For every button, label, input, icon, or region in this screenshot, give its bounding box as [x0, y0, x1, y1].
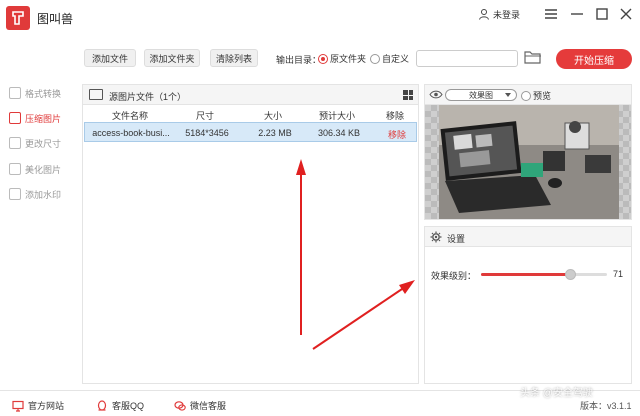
radio-label: 原文件夹	[330, 54, 367, 64]
effect-level-slider[interactable]	[481, 269, 607, 280]
eye-icon	[429, 90, 443, 99]
wechat-support-link[interactable]: 微信客服	[174, 399, 226, 412]
toolbar: 添加文件 添加文件夹 清除列表 输出目录： 原文件夹 自定义 开始压缩	[78, 42, 640, 76]
qq-support-link[interactable]: 客服QQ	[96, 399, 144, 412]
wechat-label: 微信客服	[190, 401, 227, 411]
slider-thumb[interactable]	[565, 269, 577, 280]
file-list-panel: 源图片文件（1个） 文件名称 尺寸 大小 预计大小 移除 access-book…	[82, 84, 419, 384]
preview-image	[425, 105, 631, 219]
preview-panel: 效果图 预览	[424, 84, 632, 220]
sidebar: 格式转换 压缩图片 更改尺寸 美化图片 添加水印	[0, 34, 78, 390]
sidebar-item-label: 美化图片	[25, 164, 62, 175]
add-file-button[interactable]: 添加文件	[84, 49, 136, 67]
effect-level-label: 效果级别：	[431, 271, 477, 281]
compress-icon	[9, 112, 21, 124]
app-logo	[6, 6, 30, 30]
annotation-arrows	[296, 159, 415, 350]
login-label: 未登录	[493, 9, 521, 20]
monitor-icon	[12, 400, 24, 412]
effect-level-value: 71	[613, 269, 624, 279]
settings-title: 设置	[447, 234, 466, 244]
website-link[interactable]: 官方网站	[12, 399, 64, 412]
settings-header: 设置	[425, 227, 631, 247]
clear-list-button[interactable]: 清除列表	[210, 49, 258, 67]
radio-source-folder[interactable]: 原文件夹	[318, 52, 366, 65]
radio-unselected-icon	[370, 53, 380, 64]
radio-selected-icon	[318, 53, 328, 64]
maximize-icon[interactable]	[593, 5, 611, 23]
convert-icon	[9, 87, 21, 99]
chevron-down-icon	[505, 93, 511, 97]
close-icon[interactable]	[617, 5, 635, 23]
folder-icon[interactable]	[524, 50, 542, 66]
start-compress-button[interactable]: 开始压缩	[556, 49, 632, 69]
preview-header: 效果图 预览	[425, 85, 631, 105]
menu-icon[interactable]	[542, 5, 560, 23]
beautify-icon	[9, 163, 21, 175]
minimize-icon[interactable]	[568, 5, 586, 23]
output-dir-label: 输出目录：	[276, 55, 322, 65]
sidebar-item-label: 添加水印	[25, 189, 62, 200]
sidebar-item-compress[interactable]: 压缩图片	[9, 109, 61, 127]
slider-fill	[481, 273, 571, 276]
watermark-text: 头条 @安全驾驶	[520, 388, 593, 399]
login-button[interactable]: 未登录	[478, 6, 520, 22]
effect-dropdown-value: 效果图	[469, 90, 493, 100]
sidebar-item-label: 格式转换	[25, 88, 62, 99]
qq-label: 客服QQ	[112, 401, 145, 411]
title-bar: 图叫兽 未登录	[0, 0, 640, 34]
sidebar-item-resize[interactable]: 更改尺寸	[9, 134, 61, 152]
preview-label: 预览	[533, 91, 552, 101]
watermark-icon	[9, 188, 21, 200]
wechat-icon	[174, 400, 186, 411]
radio-label: 自定义	[382, 54, 410, 64]
app-title: 图叫兽	[37, 12, 74, 26]
user-icon	[479, 9, 489, 20]
resize-icon	[9, 137, 21, 149]
website-label: 官方网站	[28, 401, 65, 411]
preview-toggle[interactable]: 预览	[521, 89, 551, 102]
sidebar-item-beautify[interactable]: 美化图片	[9, 160, 61, 178]
add-folder-button[interactable]: 添加文件夹	[144, 49, 200, 67]
output-path-input[interactable]	[416, 50, 518, 67]
preview-radio-icon	[521, 90, 531, 101]
gear-icon	[430, 231, 442, 243]
sidebar-item-format-convert[interactable]: 格式转换	[9, 84, 61, 102]
effect-dropdown[interactable]: 效果图	[445, 89, 517, 101]
sidebar-item-watermark[interactable]: 添加水印	[9, 185, 61, 203]
sidebar-item-label: 压缩图片	[25, 113, 62, 124]
settings-panel: 设置 效果级别： 71	[424, 226, 632, 384]
sidebar-item-label: 更改尺寸	[25, 138, 62, 149]
radio-custom-folder[interactable]: 自定义	[370, 52, 409, 65]
version-text: 版本：v3.1.1	[580, 401, 632, 411]
qq-icon	[97, 399, 107, 411]
